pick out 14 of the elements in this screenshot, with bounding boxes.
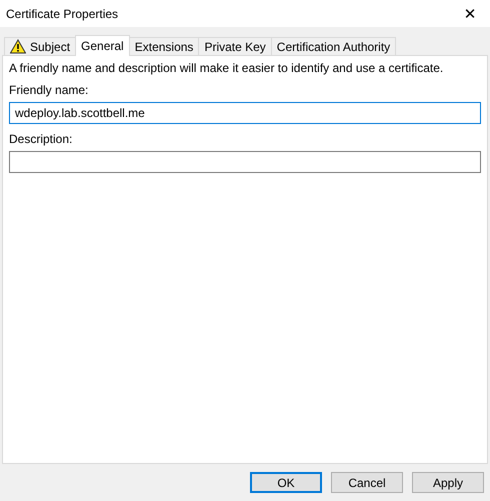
tab[interactable]: Certification Authority [270,37,396,55]
dialog-button[interactable]: Apply [412,472,484,493]
tab[interactable]: Subject [4,37,76,55]
close-button[interactable]: ✕ [450,0,490,27]
dialog-button[interactable]: OK [250,472,322,493]
tab[interactable]: General [75,35,130,56]
field-label: Friendly name: [9,83,90,97]
input-field[interactable] [9,151,481,173]
description-text: A friendly name and description will make it easier to identify and use a certificate. [9,61,444,75]
input-field[interactable]: wdeploy.lab.scottbell.me [9,102,481,124]
window-title: Certificate Properties [6,6,118,20]
dialog-button[interactable]: Cancel [331,472,403,493]
field-label: Description: [9,132,74,146]
tab[interactable]: Private Key [198,37,272,55]
